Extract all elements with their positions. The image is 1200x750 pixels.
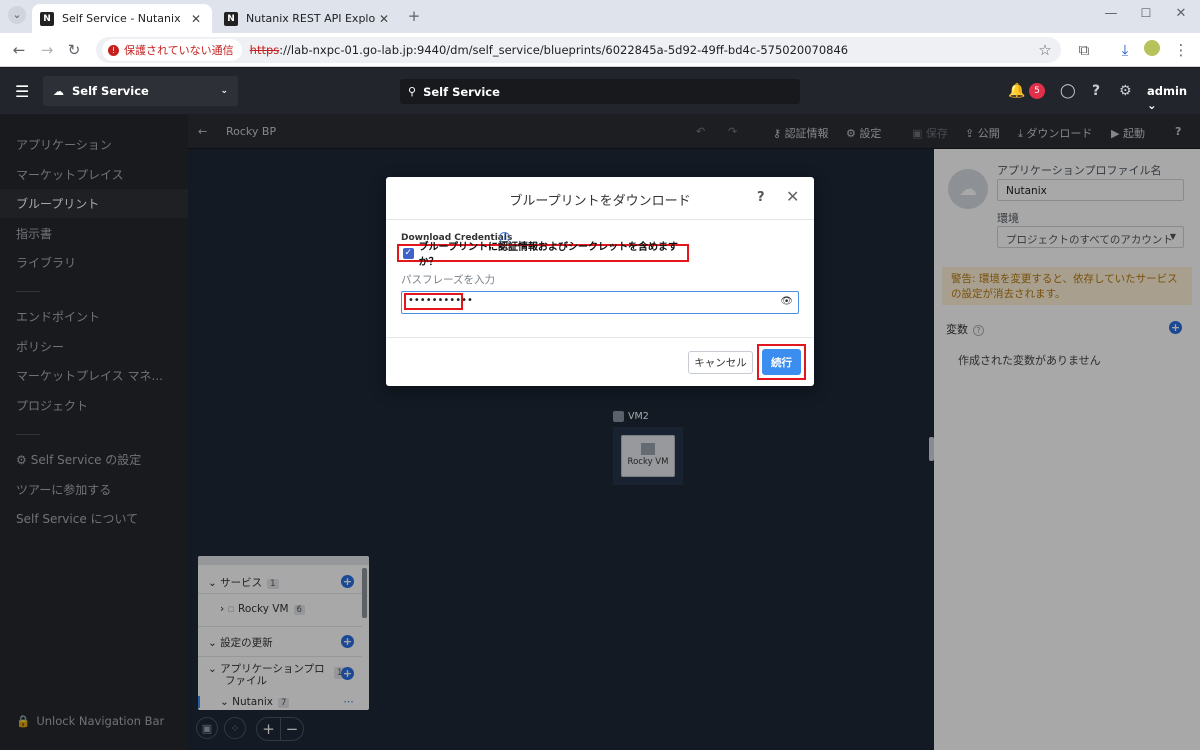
close-window-icon[interactable]: ✕: [1172, 6, 1190, 21]
back-icon[interactable]: ←: [10, 41, 28, 59]
close-tab-icon[interactable]: ✕: [376, 12, 392, 26]
dialog-close-icon[interactable]: ✕: [786, 187, 799, 206]
bell-icon[interactable]: 🔔: [1008, 83, 1025, 99]
passphrase-input[interactable]: ••••••••••• 👁: [401, 291, 799, 314]
security-label: 保護されていない通信: [124, 44, 234, 57]
global-search-input[interactable]: ⚲ Self Service: [400, 79, 800, 104]
tab-rest-api-explorer[interactable]: N Nutanix REST API Explorer ✕: [216, 4, 400, 33]
url-field[interactable]: ! 保護されていない通信 https ://lab-nxpc-01.go-lab…: [96, 37, 1061, 63]
include-credentials-label: ブループリントに認証情報およびシークレットを含めますか？: [418, 242, 678, 268]
new-tab-icon[interactable]: +: [405, 7, 423, 25]
notification-count-badge[interactable]: 5: [1029, 83, 1045, 99]
nutanix-favicon-icon: N: [224, 11, 238, 26]
nutanix-favicon-icon: N: [40, 11, 54, 26]
minimize-window-icon[interactable]: —: [1102, 6, 1120, 21]
profile-avatar[interactable]: [1144, 40, 1160, 56]
search-icon: ⚲: [408, 85, 417, 98]
forward-icon[interactable]: →: [38, 41, 56, 59]
tab-list-dropdown-icon[interactable]: ⌄: [8, 6, 26, 24]
url-scheme: https: [249, 43, 280, 57]
dialog-divider: [386, 219, 814, 220]
gear-icon[interactable]: ⚙: [1119, 83, 1132, 99]
app-selector-label: Self Service: [72, 84, 149, 98]
download-blueprint-dialog: ブループリントをダウンロード ? ✕ Download Credentials …: [386, 177, 814, 386]
continue-button-highlight: 続行: [757, 344, 806, 380]
show-password-eye-icon[interactable]: 👁: [780, 296, 793, 307]
continue-button[interactable]: 続行: [762, 349, 801, 375]
tasks-circle-icon[interactable]: ◯: [1060, 83, 1076, 99]
help-icon[interactable]: ?: [1092, 83, 1100, 99]
user-name: admin: [1147, 84, 1188, 98]
tab-self-service[interactable]: N Self Service - Nutanix ✕: [32, 4, 212, 33]
browser-menu-icon[interactable]: ⋮: [1172, 41, 1190, 59]
extensions-icon[interactable]: ⧉: [1075, 41, 1093, 59]
browser-address-bar: ← → ↻ ! 保護されていない通信 https ://lab-nxpc-01.…: [0, 33, 1200, 67]
passphrase-value: •••••••••••: [404, 293, 473, 310]
search-value: Self Service: [423, 84, 500, 99]
include-credentials-checkbox-row[interactable]: ✓ ブループリントに認証情報およびシークレットを含めますか？: [397, 242, 689, 268]
url-text: ://lab-nxpc-01.go-lab.jp:9440/dm/self_se…: [279, 43, 849, 57]
user-menu[interactable]: admin ⌄: [1147, 84, 1200, 112]
include-credentials-checkbox[interactable]: ✓: [403, 247, 414, 259]
dialog-divider: [386, 337, 814, 338]
chevron-down-icon: ⌄: [220, 86, 228, 96]
close-tab-icon[interactable]: ✕: [188, 12, 204, 26]
cancel-button[interactable]: キャンセル: [688, 351, 753, 374]
app-header: ☰ ☁ Self Service ⌄ ⚲ Self Service 🔔 5 ◯ …: [0, 68, 1200, 114]
maximize-window-icon[interactable]: ☐: [1137, 6, 1155, 20]
downloads-icon[interactable]: ⤓: [1116, 41, 1134, 59]
warning-icon: !: [108, 44, 119, 56]
dialog-title: ブループリントをダウンロード: [509, 194, 691, 209]
cloud-icon: ☁: [53, 84, 64, 98]
app-selector[interactable]: ☁ Self Service ⌄: [43, 76, 238, 106]
bookmark-star-icon[interactable]: ☆: [1036, 41, 1054, 59]
browser-tab-bar: ⌄ N Self Service - Nutanix ✕ N Nutanix R…: [0, 0, 1200, 33]
reload-icon[interactable]: ↻: [65, 41, 83, 59]
hamburger-menu-icon[interactable]: ☰: [15, 82, 29, 101]
dialog-help-icon[interactable]: ?: [757, 190, 765, 205]
tab-title: Nutanix REST API Explorer: [246, 12, 376, 25]
security-indicator[interactable]: ! 保護されていない通信: [102, 39, 242, 61]
tab-title: Self Service - Nutanix: [62, 12, 181, 25]
passphrase-label: パスフレーズを入力: [401, 274, 495, 286]
